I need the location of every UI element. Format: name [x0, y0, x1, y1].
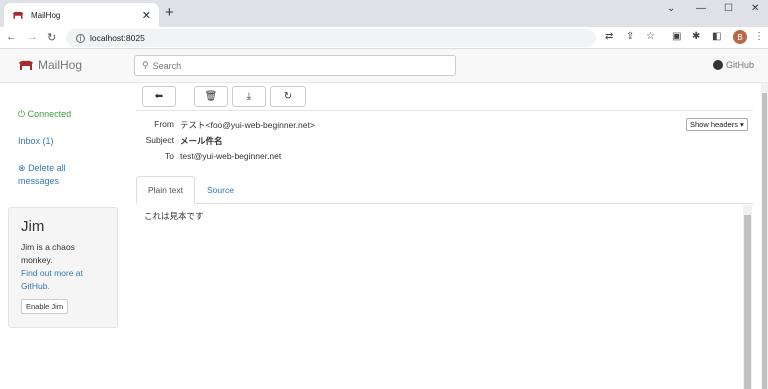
- share-icon[interactable]: ⇪: [626, 31, 634, 42]
- subject-row: Subject メール件名: [136, 135, 223, 147]
- sidebar: ⏻ Connected Inbox (1) ⊗ Delete all messa…: [0, 83, 130, 389]
- new-tab-icon[interactable]: +: [165, 4, 174, 21]
- github-icon: [713, 60, 723, 70]
- tab-close-icon[interactable]: ✕: [142, 9, 151, 22]
- extension-notion-icon[interactable]: ▣: [672, 31, 681, 42]
- reload-icon[interactable]: ↻: [47, 31, 56, 44]
- bookmark-star-icon[interactable]: ☆: [646, 31, 655, 42]
- back-button[interactable]: ⬅: [142, 86, 176, 107]
- mailhog-favicon-icon: [12, 11, 24, 19]
- github-link[interactable]: GitHub: [713, 60, 754, 70]
- tab-title: MailHog: [31, 10, 61, 20]
- jim-title: Jim: [21, 218, 45, 235]
- trash-icon: 🗑: [204, 91, 218, 102]
- delete-all-link[interactable]: ⊗ Delete all messages: [18, 162, 98, 188]
- page-scroll-thumb[interactable]: [762, 93, 767, 389]
- browser-toolbar: ← → ↻ i localhost:8025 ⇄ ⇪ ☆ ▣ ✱ ◧ B ⋮: [0, 27, 768, 49]
- subject-label: Subject: [145, 135, 174, 145]
- delete-circle-icon: ⊗: [18, 163, 26, 173]
- github-label: GitHub: [726, 60, 755, 70]
- tab-plain-text[interactable]: Plain text: [136, 176, 195, 204]
- browser-tab[interactable]: MailHog ✕: [4, 3, 159, 27]
- url-text: localhost:8025: [90, 33, 145, 43]
- inbox-link[interactable]: Inbox (1): [18, 135, 54, 148]
- search-box[interactable]: ⚲: [134, 55, 456, 76]
- to-label: To: [165, 151, 174, 161]
- side-panel-icon[interactable]: ◧: [712, 31, 721, 42]
- brand-name: MailHog: [38, 58, 83, 72]
- from-row: From テスト<foo@yui-web-beginner.net>: [136, 119, 315, 131]
- show-headers-select[interactable]: Show headers ▾: [686, 118, 748, 131]
- translate-icon[interactable]: ⇄: [605, 31, 613, 42]
- brand-link[interactable]: MailHog: [18, 58, 82, 72]
- browser-menu-icon[interactable]: ⋮: [754, 31, 764, 42]
- app-navbar: MailHog ⚲ GitHub: [0, 49, 768, 83]
- message-body-scroll-thumb[interactable]: [744, 215, 751, 389]
- show-headers-label: Show headers: [690, 120, 738, 129]
- tab-search-icon[interactable]: ⌄: [667, 3, 675, 14]
- enable-jim-button[interactable]: Enable Jim: [21, 299, 69, 314]
- back-icon[interactable]: ←: [6, 31, 17, 43]
- close-window-icon[interactable]: ✕: [751, 3, 759, 14]
- search-input[interactable]: [152, 60, 433, 71]
- maximize-icon[interactable]: ☐: [724, 3, 733, 14]
- chevron-down-icon: ▾: [740, 120, 744, 129]
- delete-all-label: Delete all messages: [18, 163, 66, 186]
- jim-description: Jim is a chaos monkey.: [21, 242, 75, 265]
- page-scrollbar[interactable]: [761, 83, 768, 389]
- refresh-icon: ↻: [283, 91, 293, 102]
- message-view: ⬅ 🗑 ⤓ ↻ From テスト<foo@yui-web-beginner.ne…: [136, 83, 753, 389]
- jim-github-link[interactable]: Find out more at GitHub.: [21, 267, 105, 293]
- download-icon: ⤓: [246, 91, 252, 102]
- arrow-left-icon: ⬅: [154, 91, 164, 102]
- connection-status-label: Connected: [27, 109, 72, 119]
- message-tabs: Plain text Source: [136, 176, 753, 204]
- to-value: test@yui-web-beginner.net: [180, 151, 282, 161]
- download-button[interactable]: ⤓: [232, 86, 266, 107]
- release-button[interactable]: ↻: [270, 86, 306, 107]
- delete-button[interactable]: 🗑: [194, 86, 228, 107]
- site-info-icon[interactable]: i: [76, 33, 85, 43]
- mailhog-logo-icon: [19, 60, 33, 70]
- power-icon: ⏻: [18, 109, 26, 119]
- connection-status: ⏻ Connected: [18, 108, 71, 121]
- message-body-scrollbar[interactable]: [743, 205, 752, 389]
- profile-avatar[interactable]: B: [733, 30, 747, 44]
- minimize-icon[interactable]: —: [696, 3, 706, 14]
- tab-source[interactable]: Source: [196, 176, 245, 204]
- forward-icon[interactable]: →: [27, 31, 38, 43]
- extensions-puzzle-icon[interactable]: ✱: [692, 31, 700, 42]
- message-body: これは見本です: [144, 211, 204, 221]
- subject-value: メール件名: [180, 136, 223, 146]
- search-icon: ⚲: [142, 60, 149, 70]
- header-divider: [136, 110, 753, 111]
- from-label: From: [154, 119, 174, 129]
- address-bar[interactable]: i localhost:8025: [66, 29, 596, 47]
- to-row: To test@yui-web-beginner.net: [136, 151, 281, 161]
- jim-panel: Jim Jim is a chaos monkey. Find out more…: [8, 207, 118, 328]
- from-value: テスト<foo@yui-web-beginner.net>: [180, 120, 315, 130]
- browser-tabstrip: MailHog ✕ + ⌄ — ☐ ✕: [0, 0, 768, 27]
